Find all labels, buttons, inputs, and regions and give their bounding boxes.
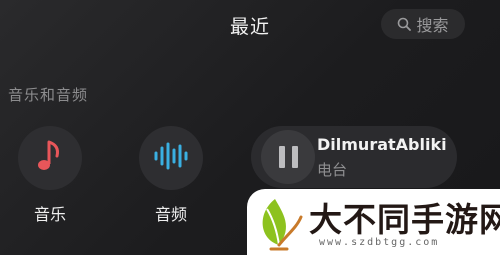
site-watermark: 大不同手游网 www.szdbtgg.com [247, 189, 500, 255]
search-button[interactable]: 搜索 [381, 9, 465, 39]
watermark-url: www.szdbtgg.com [319, 237, 440, 248]
pause-button[interactable] [261, 130, 315, 184]
now-playing-title: DilmuratAbliki [317, 135, 447, 154]
audio-waveform-icon [153, 141, 189, 175]
now-playing-card[interactable]: DilmuratAbliki 电台 [251, 126, 457, 188]
music-app-button[interactable] [18, 126, 82, 190]
search-icon [397, 17, 412, 31]
audio-app-button[interactable] [139, 126, 203, 190]
music-note-icon [35, 138, 65, 178]
music-app-label: 音乐 [33, 205, 66, 224]
recents-screen: 最近 搜索 音乐和音频 音乐 音频 DilmuratAbliki 电台 大不同手… [0, 0, 500, 255]
search-label: 搜索 [416, 16, 449, 35]
leaf-logo-icon [253, 193, 305, 255]
now-playing-subtitle: 电台 [317, 161, 348, 179]
section-label: 音乐和音频 [8, 86, 89, 104]
audio-app-label: 音频 [154, 205, 187, 224]
pause-icon [278, 146, 298, 168]
watermark-title: 大不同手游网 [309, 200, 500, 239]
